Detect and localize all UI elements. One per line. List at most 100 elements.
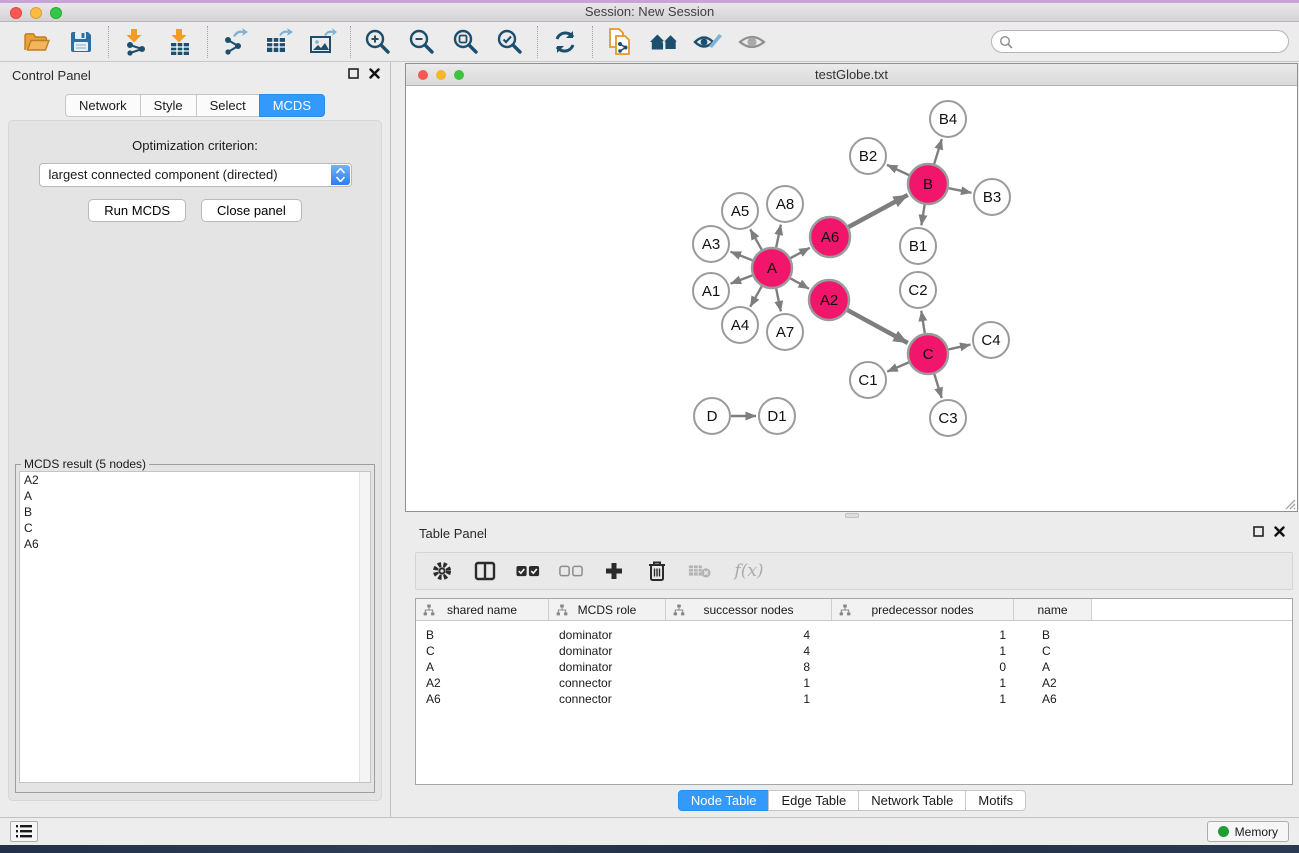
table-row[interactable]: A2connector11A2 — [416, 675, 1292, 691]
node-B[interactable]: B — [908, 164, 948, 204]
edge-A-A3[interactable] — [731, 252, 753, 261]
memory-button[interactable]: Memory — [1207, 821, 1289, 842]
show-column-panel-button[interactable] — [473, 559, 497, 583]
close-panel-button[interactable]: Close panel — [201, 199, 302, 222]
edge-C-C2[interactable] — [921, 311, 925, 334]
task-history-button[interactable] — [10, 821, 38, 842]
float-panel-icon[interactable] — [348, 68, 359, 79]
tab-edge-table[interactable]: Edge Table — [768, 790, 859, 811]
column-header-predecessor-nodes[interactable]: predecessor nodes — [832, 599, 1014, 620]
clone-network-button[interactable] — [605, 27, 635, 57]
tab-node-table[interactable]: Node Table — [678, 790, 770, 811]
edge-A-A6[interactable] — [791, 248, 810, 258]
run-mcds-button[interactable]: Run MCDS — [88, 199, 186, 222]
tab-mcds[interactable]: MCDS — [259, 94, 325, 117]
node-A2[interactable]: A2 — [809, 280, 849, 320]
node-A3[interactable]: A3 — [693, 226, 729, 262]
table-row[interactable]: Bdominator41B — [416, 627, 1292, 643]
edge-A-A1[interactable] — [731, 275, 753, 283]
column-header-shared-name[interactable]: shared name — [416, 599, 549, 620]
tab-network[interactable]: Network — [65, 94, 141, 117]
network-close-button[interactable] — [418, 70, 428, 80]
mcds-result-list[interactable]: A2ABCA6 — [19, 471, 371, 783]
home-layout-button[interactable] — [649, 27, 679, 57]
table-row[interactable]: Cdominator41C — [416, 643, 1292, 659]
zoom-window-button[interactable] — [50, 7, 62, 19]
node-table[interactable]: shared nameMCDS rolesuccessor nodesprede… — [415, 598, 1293, 785]
edge-C-C4[interactable] — [948, 345, 970, 350]
mcds-result-item[interactable]: C — [20, 520, 370, 536]
edge-A-A8[interactable] — [776, 225, 781, 248]
resize-grip-icon[interactable] — [1283, 497, 1296, 510]
edge-B-B4[interactable] — [934, 139, 942, 164]
scrollbar-track[interactable] — [359, 472, 370, 782]
export-network-button[interactable] — [220, 27, 250, 57]
table-row[interactable]: Adominator80A — [416, 659, 1292, 675]
delete-table-button[interactable] — [688, 559, 712, 583]
node-D1[interactable]: D1 — [759, 398, 795, 434]
search-input[interactable] — [991, 30, 1289, 53]
node-A4[interactable]: A4 — [722, 307, 758, 343]
close-window-button[interactable] — [10, 7, 22, 19]
node-C4[interactable]: C4 — [973, 322, 1009, 358]
node-D[interactable]: D — [694, 398, 730, 434]
criterion-select[interactable]: largest connected component (directed) — [39, 163, 352, 187]
node-A7[interactable]: A7 — [767, 314, 803, 350]
table-settings-button[interactable] — [430, 559, 454, 583]
import-table-button[interactable] — [165, 27, 195, 57]
edge-C-C1[interactable] — [887, 362, 908, 371]
edge-B-B3[interactable] — [949, 188, 972, 193]
close-panel-icon[interactable] — [369, 68, 380, 79]
export-table-button[interactable] — [264, 27, 294, 57]
mcds-result-item[interactable]: B — [20, 504, 370, 520]
zoom-selected-button[interactable] — [495, 27, 525, 57]
edge-C-C3[interactable] — [934, 374, 941, 398]
network-canvas[interactable]: B4B2BB3A8A5A6B1A3AC2A1A2A4A7C4CC1DD1C3 — [406, 86, 1297, 511]
node-B4[interactable]: B4 — [930, 101, 966, 137]
function-builder-button[interactable]: f(x) — [731, 559, 767, 583]
network-zoom-button[interactable] — [454, 70, 464, 80]
hide-graphics-button[interactable] — [693, 27, 723, 57]
node-A8[interactable]: A8 — [767, 186, 803, 222]
edge-A6-B[interactable] — [848, 195, 907, 227]
node-A[interactable]: A — [752, 248, 792, 288]
edge-A-A5[interactable] — [750, 229, 761, 249]
node-C3[interactable]: C3 — [930, 400, 966, 436]
mcds-result-item[interactable]: A2 — [20, 472, 370, 488]
mcds-result-item[interactable]: A6 — [20, 536, 370, 552]
network-graph[interactable]: B4B2BB3A8A5A6B1A3AC2A1A2A4A7C4CC1DD1C3 — [406, 86, 1297, 511]
show-graphics-button[interactable] — [737, 27, 767, 57]
splitter-handle[interactable] — [845, 513, 859, 518]
node-B2[interactable]: B2 — [850, 138, 886, 174]
zoom-out-button[interactable] — [407, 27, 437, 57]
float-table-panel-icon[interactable] — [1253, 526, 1264, 537]
network-minimize-button[interactable] — [436, 70, 446, 80]
node-A1[interactable]: A1 — [693, 273, 729, 309]
edge-A2-C[interactable] — [847, 310, 907, 343]
select-all-button[interactable] — [516, 559, 540, 583]
edge-A-A7[interactable] — [776, 289, 781, 312]
close-table-panel-icon[interactable] — [1274, 526, 1285, 537]
table-row[interactable]: A6connector11A6 — [416, 691, 1292, 707]
save-session-button[interactable] — [66, 27, 96, 57]
edge-B-B2[interactable] — [887, 165, 909, 175]
export-image-button[interactable] — [308, 27, 338, 57]
node-C[interactable]: C — [908, 334, 948, 374]
delete-column-button[interactable] — [645, 559, 669, 583]
open-file-button[interactable] — [22, 27, 52, 57]
node-A6[interactable]: A6 — [810, 217, 850, 257]
node-B3[interactable]: B3 — [974, 179, 1010, 215]
node-C2[interactable]: C2 — [900, 272, 936, 308]
column-header-successor-nodes[interactable]: successor nodes — [666, 599, 832, 620]
import-network-button[interactable] — [121, 27, 151, 57]
column-header-name[interactable]: name — [1014, 599, 1092, 620]
node-B1[interactable]: B1 — [900, 228, 936, 264]
mcds-result-item[interactable]: A — [20, 488, 370, 504]
node-A5[interactable]: A5 — [722, 193, 758, 229]
tab-motifs[interactable]: Motifs — [965, 790, 1026, 811]
edge-A-A4[interactable] — [750, 286, 761, 306]
tab-select[interactable]: Select — [196, 94, 260, 117]
tab-style[interactable]: Style — [140, 94, 197, 117]
deselect-all-button[interactable] — [559, 559, 583, 583]
tab-network-table[interactable]: Network Table — [858, 790, 966, 811]
